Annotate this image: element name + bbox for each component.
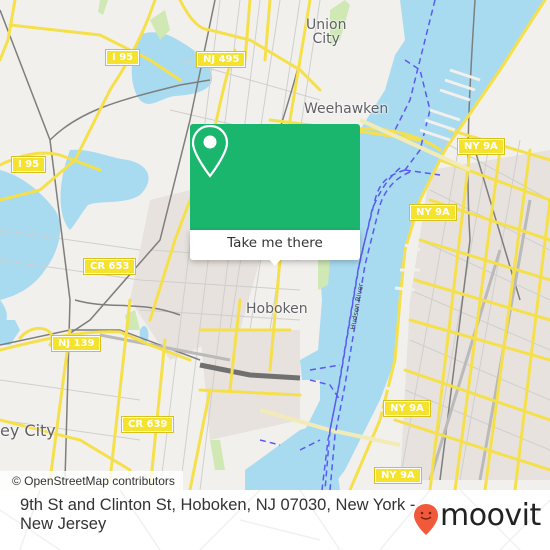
popup-footer: Take me there: [190, 230, 360, 260]
popup-header: [190, 124, 360, 230]
road-shield-ny9a: NY 9A: [457, 138, 505, 155]
take-me-there-button[interactable]: Take me there: [190, 230, 360, 260]
road-shield-nj139: NJ 139: [50, 335, 102, 352]
road-shield-ny9a: NY 9A: [409, 204, 457, 221]
map-attribution[interactable]: © OpenStreetMap contributors: [0, 471, 183, 490]
footer: 9th St and Clinton St, Hoboken, NJ 07030…: [0, 490, 550, 550]
road-shield-i95: I 95: [10, 156, 47, 173]
moovit-wordmark: moovit: [440, 498, 541, 533]
location-pin-icon: [191, 124, 229, 178]
road-shield-nj495: NJ 495: [195, 51, 247, 68]
road-shield-cr639: CR 639: [120, 416, 175, 433]
place-label-hoboken: Hoboken: [246, 301, 308, 317]
location-address: 9th St and Clinton St, Hoboken, NJ 07030…: [20, 496, 416, 533]
moovit-pin-icon: [414, 504, 438, 535]
place-label-union-city: Union City: [306, 17, 347, 47]
road-shield-i95: I 95: [104, 49, 141, 66]
popup-tail: [268, 258, 282, 266]
place-label-weehawken: Weehawken: [304, 101, 389, 117]
map-view[interactable]: Hudson River Union City Weehawken Hoboke…: [0, 0, 550, 490]
road-shield-ny9a: NY 9A: [374, 467, 422, 484]
road-shield-ny9a: NY 9A: [383, 400, 431, 417]
place-label-jersey-city: ey City: [0, 421, 56, 440]
road-shield-cr653: CR 653: [82, 258, 137, 275]
location-popup: Take me there: [190, 124, 360, 266]
